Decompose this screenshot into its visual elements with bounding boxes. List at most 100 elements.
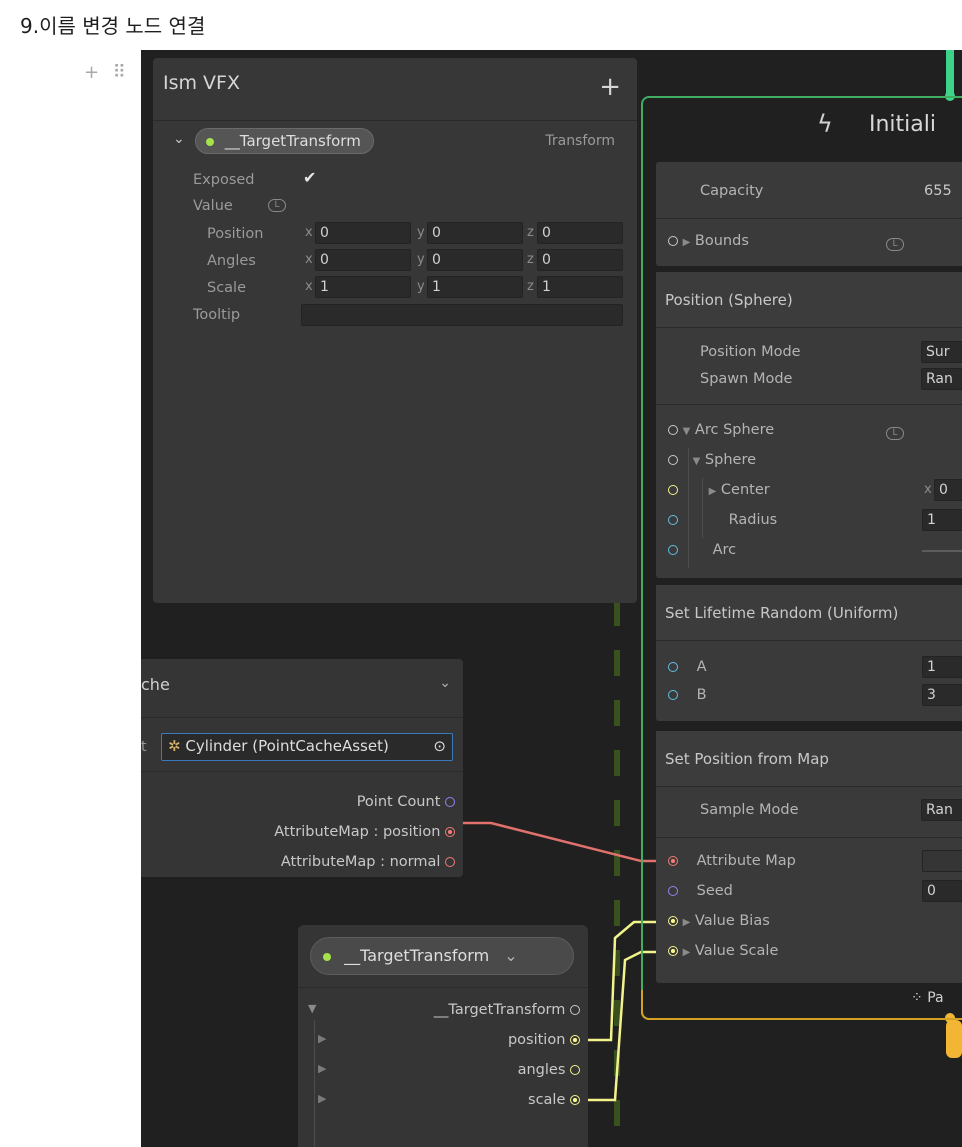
triangle-down-icon[interactable]: ▼ [308,1002,316,1015]
lifetime-a-field[interactable]: 1 [922,656,962,678]
attribute-map-field[interactable] [922,850,962,872]
triangle-down-icon[interactable]: ▼ [683,426,691,437]
vector-port-icon[interactable] [668,916,678,926]
link-badge-icon: L [886,234,904,253]
output-transform[interactable]: __TargetTransform [434,1002,580,1018]
sphere-row[interactable]: ▼ Sphere [668,452,756,468]
uint-port-icon[interactable] [445,797,455,807]
output-scale[interactable]: scale [528,1092,580,1108]
chevron-down-icon[interactable]: ⌄ [173,131,185,147]
float-port-icon[interactable] [668,690,678,700]
arc-row[interactable]: Arc [668,542,736,558]
blackboard-add-button[interactable]: + [599,74,621,100]
uint-port-icon[interactable] [668,886,678,896]
property-pill[interactable]: __TargetTransform [195,128,374,154]
radius-row[interactable]: Radius [668,512,777,528]
exposed-checkbox[interactable]: ✔ [303,168,316,187]
float-port-icon[interactable] [668,515,678,525]
axis-z-label: z [527,279,534,294]
output-point-count[interactable]: Point Count [357,794,455,810]
vector-port-icon[interactable] [668,485,678,495]
position-z-field[interactable]: 0 [537,222,623,244]
block-drag-handle[interactable]: + ⠿ [84,62,130,83]
exposed-dot-icon [206,137,214,146]
triangle-right-icon[interactable]: ▶ [318,1092,326,1105]
capacity-value[interactable]: 655 [924,183,952,199]
tree-line [314,1020,315,1147]
position-mode-dropdown[interactable]: Sur [921,341,962,363]
blackboard-panel: Ism VFX + ⌄ __TargetTransform Transform … [153,58,637,603]
seed-field[interactable]: 0 [922,880,962,902]
vfx-graph-canvas[interactable]: Ism VFX + ⌄ __TargetTransform Transform … [141,50,962,1147]
seed-row[interactable]: Seed [668,883,733,899]
footer-label: Pa [927,990,944,1006]
texture-port-icon[interactable] [668,856,678,866]
a-label: A [696,659,707,675]
angles-z-field[interactable]: 0 [537,249,623,271]
transform-port-icon[interactable] [570,1005,580,1015]
bounds-row[interactable]: ▶ Bounds [668,233,749,249]
output-angles[interactable]: angles [518,1062,580,1078]
angles-y-field[interactable]: 0 [427,249,523,271]
target-transform-node[interactable]: __TargetTransform ⌄ ▼ ▶ ▶ ▶ __TargetTran… [298,925,588,1147]
value-bias-row[interactable]: ▶ Value Bias [668,913,770,929]
output-attributemap-position[interactable]: AttributeMap : position [274,824,455,840]
output-attributemap-normal[interactable]: AttributeMap : normal [281,854,455,870]
triangle-right-icon[interactable]: ▶ [683,237,691,248]
chevron-down-icon[interactable]: ⌄ [439,675,451,691]
chevron-down-icon[interactable]: ⌄ [504,946,517,965]
float-port-icon[interactable] [668,662,678,672]
radius-field[interactable]: 1 [922,509,962,531]
target-transform-pill[interactable]: __TargetTransform ⌄ [310,937,574,975]
center-x-field[interactable]: 0 [934,479,962,501]
scale-z-field[interactable]: 1 [537,276,623,298]
angles-x-field[interactable]: 0 [315,249,411,271]
triangle-right-icon[interactable]: ▶ [318,1032,326,1045]
input-port-icon[interactable] [668,455,678,465]
attribute-map-row[interactable]: Attribute Map [668,853,796,869]
position-y-field[interactable]: 0 [427,222,523,244]
point-cache-asset-field[interactable]: ✲ Cylinder (PointCacheAsset) ⊙ [161,733,453,761]
arc-sphere-row[interactable]: ▼ Arc Sphere [668,422,774,438]
attribute-map-edge[interactable] [453,821,658,863]
set-lifetime-block[interactable]: Set Lifetime Random (Uniform) A 1 B 3 [656,585,962,721]
spawn-mode-dropdown[interactable]: Ran [921,368,962,390]
triangle-down-icon[interactable]: ▼ [693,456,701,467]
center-row[interactable]: ▶ Center [668,482,770,498]
object-picker-icon[interactable]: ⊙ [433,734,446,758]
triangle-right-icon[interactable]: ▶ [683,947,691,958]
output-position[interactable]: position [508,1032,580,1048]
triangle-right-icon[interactable]: ▶ [683,917,691,928]
tooltip-field[interactable] [301,304,623,326]
float-port-icon[interactable] [668,545,678,555]
sample-mode-dropdown[interactable]: Ran [921,799,962,821]
input-port-icon[interactable] [668,425,678,435]
point-cache-node[interactable]: che ⌄ t ✲ Cylinder (PointCacheAsset) ⊙ P… [141,659,463,877]
property-type: Transform [545,133,615,149]
position-x-field[interactable]: 0 [315,222,411,244]
input-port-icon[interactable] [668,236,678,246]
set-position-from-map-block[interactable]: Set Position from Map Sample Mode Ran At… [656,731,962,983]
position-sphere-block[interactable]: Position (Sphere) Position Mode Sur Spaw… [656,272,962,578]
texture-port-icon[interactable] [445,827,455,837]
vector-port-icon[interactable] [570,1095,580,1105]
context-settings-block: Capacity 655 ▶ Bounds L [656,162,962,266]
triangle-right-icon[interactable]: ▶ [709,486,717,497]
arc-sphere-label: Arc Sphere [694,422,775,438]
scale-y-field[interactable]: 1 [427,276,523,298]
vector-port-icon[interactable] [668,946,678,956]
lifetime-b-row[interactable]: B [668,687,707,703]
lifetime-a-row[interactable]: A [668,659,707,675]
vector-port-icon[interactable] [570,1065,580,1075]
divider [298,987,588,988]
triangle-right-icon[interactable]: ▶ [318,1062,326,1075]
vector-port-icon[interactable] [570,1035,580,1045]
arc-slider[interactable] [922,550,962,552]
lightning-icon: ϟ [817,110,833,138]
value-scale-row[interactable]: ▶ Value Scale [668,943,778,959]
scale-x-field[interactable]: 1 [315,276,411,298]
lifetime-b-field[interactable]: 3 [922,684,962,706]
spawn-mode-label: Spawn Mode [700,371,793,387]
scale-label: Scale [207,280,247,296]
texture-port-icon[interactable] [445,857,455,867]
